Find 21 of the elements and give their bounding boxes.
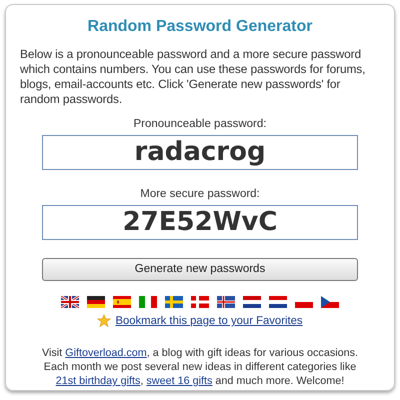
text-link[interactable]: 21st birthday gifts: [56, 374, 140, 387]
page-title: Random Password Generator: [86, 17, 314, 37]
flag-icon[interactable]: [191, 296, 209, 308]
field-label: Pronounceable password:: [132, 117, 268, 132]
intro-text: Below is a pronounceable password and a more secure password which contains numbers. You can use these passwords for forums, blogs, email-accounts etc. Click 'Generate new passwords' for random passwords.: [20, 47, 366, 107]
flag-icon[interactable]: [87, 296, 105, 308]
flag-icon[interactable]: [61, 296, 79, 308]
star-icon: [97, 314, 112, 328]
flag-icon[interactable]: [139, 296, 157, 308]
footer-text: Visit Giftoverload.com, a blog with gift ideas for various occasions. Each month we post several new ideas in different categories like 21st birthday gifts, sweet 16 gifts and much more. Welcome!: [40, 346, 360, 388]
flag-icon[interactable]: [321, 296, 339, 308]
flag-icon[interactable]: [217, 296, 235, 308]
generate-button[interactable]: Generate new passwords: [42, 258, 358, 281]
text-link[interactable]: sweet 16 gifts: [146, 374, 212, 387]
flag-icon[interactable]: [243, 296, 261, 308]
text-link[interactable]: Giftoverload.com: [65, 346, 147, 359]
password-field[interactable]: 27E52WvC: [42, 205, 358, 240]
flag-icon[interactable]: [269, 296, 287, 308]
password-field[interactable]: radacrog: [42, 135, 358, 170]
bookmark-link[interactable]: Bookmark this page to your Favorites: [115, 313, 303, 330]
field-label: More secure password:: [139, 187, 261, 202]
